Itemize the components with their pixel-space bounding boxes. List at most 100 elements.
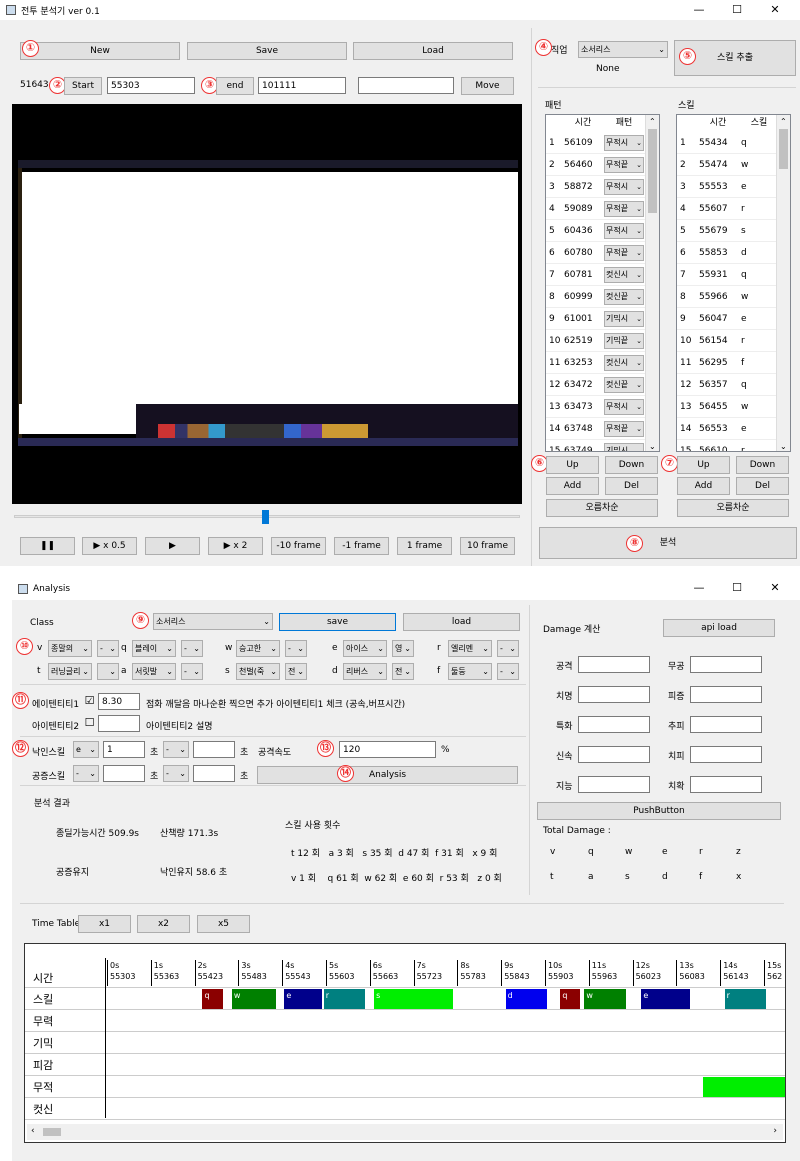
skill-up-button[interactable]: Up <box>677 456 730 474</box>
pattern-row-select[interactable]: 기믹시 ⌄ <box>604 443 644 451</box>
skill-table-row[interactable]: 8 55966 w <box>677 286 777 308</box>
pattern-table-row[interactable]: 12 63472 컷신끝 ⌄ <box>546 374 646 396</box>
skill-slot-select[interactable]: 종말의 ⌄ <box>48 640 92 657</box>
back-1-frame-button[interactable]: -1 frame <box>334 537 389 555</box>
damage-field-input[interactable] <box>690 656 762 673</box>
pattern-del-button[interactable]: Del <box>605 477 658 495</box>
pattern-row-select[interactable]: 무적시 ⌄ <box>604 135 644 151</box>
back-10-frame-button[interactable]: -10 frame <box>271 537 326 555</box>
start-input[interactable]: 55303 <box>107 77 195 94</box>
timetable-skill-block[interactable]: e <box>284 989 322 1009</box>
skill-table-row[interactable]: 4 55607 r <box>677 198 777 220</box>
skill-slot-select[interactable]: 러닝글리 ⌄ <box>48 663 92 680</box>
timetable-skill-block[interactable]: q <box>560 989 581 1009</box>
pattern-table[interactable]: 시간 패턴 1 56109 무적시 ⌄ 2 56460 무적끝 ⌄ 3 58872 무적시 ⌄ 4 590… <box>545 114 660 452</box>
air-skill-key2-select[interactable]: - ⌄ <box>163 765 189 782</box>
air-skill-input[interactable] <box>103 765 145 782</box>
pattern-table-row[interactable]: 8 60999 컷신끝 ⌄ <box>546 286 646 308</box>
pattern-row-select[interactable]: 무적끝 ⌄ <box>604 245 644 261</box>
fall-skill-input[interactable]: 1 <box>103 741 145 758</box>
api-load-button[interactable]: api load <box>663 619 775 637</box>
forward-1-frame-button[interactable]: 1 frame <box>397 537 452 555</box>
timetable-skill-block[interactable]: q <box>202 989 224 1009</box>
air-skill-key-select[interactable]: - ⌄ <box>73 765 99 782</box>
pattern-scroll-thumb[interactable] <box>648 129 657 213</box>
item1-input[interactable]: 8.30 <box>98 693 140 710</box>
scroll-up-icon[interactable]: ⌃ <box>649 117 656 126</box>
move-input[interactable] <box>358 77 454 94</box>
pattern-row-select[interactable]: 컷신시 ⌄ <box>604 355 644 371</box>
timetable-skill-block[interactable]: w <box>231 989 276 1009</box>
play-half-button[interactable]: ▶ x 0.5 <box>82 537 137 555</box>
item1-checkbox[interactable]: ☑ <box>84 695 95 707</box>
attack-speed-input[interactable]: 120 <box>339 741 436 758</box>
minimize-button[interactable]: — <box>680 578 718 598</box>
timetable-skill-block[interactable]: e <box>641 989 690 1009</box>
skill-scrollbar[interactable]: ⌃ ⌄ <box>776 115 790 451</box>
minimize-button[interactable]: — <box>680 0 718 20</box>
timetable-skill-block[interactable]: d <box>505 989 548 1009</box>
pattern-sort-button[interactable]: 오름차순 <box>546 499 658 517</box>
pattern-table-row[interactable]: 7 60781 컷신시 ⌄ <box>546 264 646 286</box>
skill-slot-level-select[interactable]: 전 ⌄ <box>285 663 307 680</box>
new-button[interactable]: New <box>20 42 180 60</box>
damage-field-input[interactable] <box>690 776 762 793</box>
seek-handle[interactable] <box>262 510 269 524</box>
pattern-scrollbar[interactable]: ⌃ ⌄ <box>645 115 659 451</box>
skill-slot-select[interactable]: 서릿발 ⌄ <box>132 663 176 680</box>
analysis-load-button[interactable]: load <box>403 613 520 631</box>
scroll-left-icon[interactable]: ‹ <box>31 1126 35 1136</box>
skill-slot-level-select[interactable]: 영 ⌄ <box>392 640 414 657</box>
scroll-down-icon[interactable]: ⌄ <box>780 442 787 451</box>
pattern-row-select[interactable]: 컷신시 ⌄ <box>604 267 644 283</box>
play-button[interactable]: ▶ <box>145 537 200 555</box>
save-button[interactable]: Save <box>187 42 347 60</box>
start-button[interactable]: Start <box>64 77 102 95</box>
timetable-view[interactable]: 시간 스킬 무력 기믹 피감 무적 컷신 0s 55303 1s 55363 2s 55423 3s 55… <box>24 943 786 1143</box>
pattern-table-row[interactable]: 3 58872 무적시 ⌄ <box>546 176 646 198</box>
skill-slot-level-select[interactable]: - ⌄ <box>497 640 519 657</box>
scroll-down-icon[interactable]: ⌄ <box>649 442 656 451</box>
skill-table-row[interactable]: 9 56047 e <box>677 308 777 330</box>
skill-table-row[interactable]: 7 55931 q <box>677 264 777 286</box>
skill-slot-select[interactable]: 블레이 ⌄ <box>132 640 176 657</box>
pattern-row-select[interactable]: 무적끝 ⌄ <box>604 201 644 217</box>
timetable-invincible-block[interactable] <box>702 1077 785 1097</box>
timetable-skill-block[interactable]: w <box>584 989 627 1009</box>
pattern-table-row[interactable]: 11 63253 컷신시 ⌄ <box>546 352 646 374</box>
skill-slot-level-select[interactable]: - ⌄ <box>285 640 307 657</box>
skill-table[interactable]: 시간 스킬 1 55434 q 2 55474 w 3 55553 e 4 55607 r 5 55679… <box>676 114 791 452</box>
skill-table-row[interactable]: 14 56553 e <box>677 418 777 440</box>
push-button[interactable]: PushButton <box>537 802 781 820</box>
skill-slot-level-select[interactable]: - ⌄ <box>97 640 119 657</box>
skill-slot-level-select[interactable]: - ⌄ <box>497 663 519 680</box>
zoom-x2-button[interactable]: x2 <box>137 915 190 933</box>
pattern-row-select[interactable]: 컷신끝 ⌄ <box>604 289 644 305</box>
close-button[interactable]: ✕ <box>756 578 794 598</box>
forward-10-frame-button[interactable]: 10 frame <box>460 537 515 555</box>
damage-field-input[interactable] <box>578 776 650 793</box>
skill-table-row[interactable]: 1 55434 q <box>677 132 777 154</box>
skill-table-row[interactable]: 3 55553 e <box>677 176 777 198</box>
skill-table-row[interactable]: 2 55474 w <box>677 154 777 176</box>
skill-del-button[interactable]: Del <box>736 477 789 495</box>
pattern-table-row[interactable]: 9 61001 기믹시 ⌄ <box>546 308 646 330</box>
skill-slot-select[interactable]: 천벌(죽 ⌄ <box>236 663 280 680</box>
pause-button[interactable]: ❚❚ <box>20 537 75 555</box>
pattern-table-row[interactable]: 14 63748 무적끝 ⌄ <box>546 418 646 440</box>
video-player[interactable] <box>12 104 522 504</box>
damage-field-input[interactable] <box>690 686 762 703</box>
scroll-up-icon[interactable]: ⌃ <box>780 117 787 126</box>
timetable-skill-block[interactable]: s <box>374 989 453 1009</box>
skill-slot-level-select[interactable]: ⌄ <box>97 663 119 680</box>
timetable-skill-block[interactable]: r <box>323 989 366 1009</box>
end-input[interactable]: 101111 <box>258 77 346 94</box>
skill-table-row[interactable]: 11 56295 f <box>677 352 777 374</box>
skill-slot-select[interactable]: 엘리멘 ⌄ <box>448 640 492 657</box>
maximize-button[interactable]: ☐ <box>718 0 756 20</box>
skill-slot-select[interactable]: 아이스 ⌄ <box>343 640 387 657</box>
pattern-table-row[interactable]: 2 56460 무적끝 ⌄ <box>546 154 646 176</box>
pattern-row-select[interactable]: 무적끝 ⌄ <box>604 421 644 437</box>
skill-table-row[interactable]: 10 56154 r <box>677 330 777 352</box>
damage-field-input[interactable] <box>578 656 650 673</box>
